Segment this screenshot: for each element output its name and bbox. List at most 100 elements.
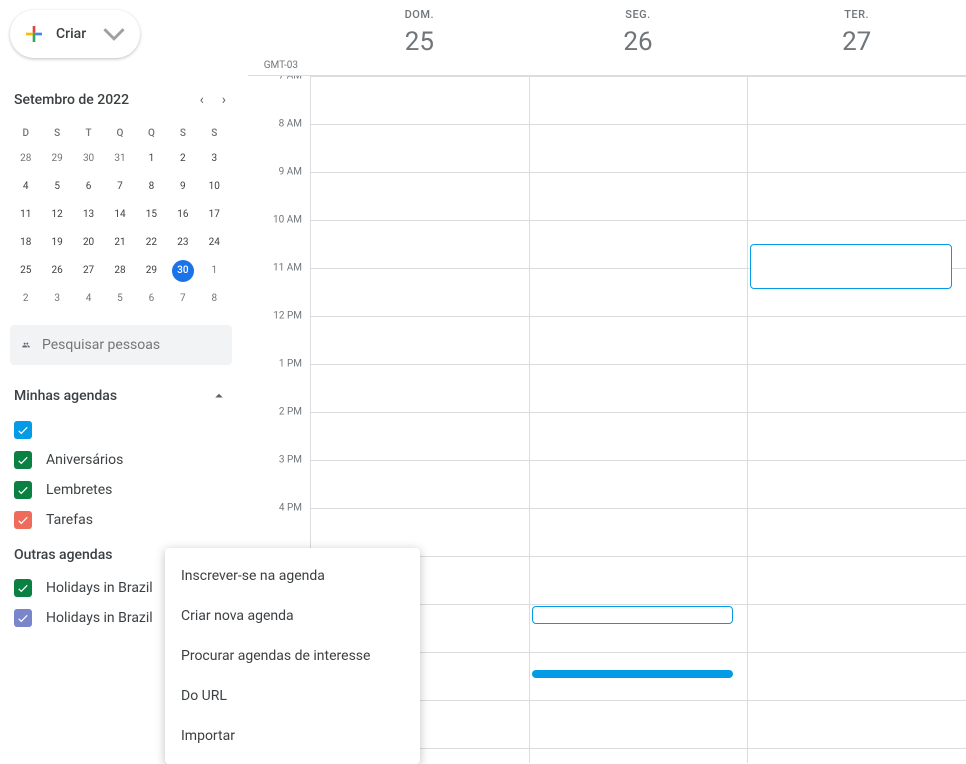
event-outline[interactable] — [532, 606, 734, 624]
mini-day[interactable]: 29 — [136, 257, 167, 285]
mini-day[interactable]: 3 — [41, 285, 72, 313]
mini-day[interactable]: 23 — [167, 229, 198, 257]
calendar-checkbox[interactable] — [14, 421, 32, 439]
my-calendars-label: Minhas agendas — [14, 388, 117, 404]
check-icon — [16, 513, 30, 527]
mini-day[interactable]: 18 — [10, 229, 41, 257]
mini-day[interactable]: 3 — [199, 145, 230, 173]
search-people[interactable] — [10, 325, 232, 365]
prev-month-button[interactable]: ‹ — [196, 88, 208, 112]
calendar-checkbox[interactable] — [14, 511, 32, 529]
check-icon — [16, 423, 30, 437]
mini-calendar: Setembro de 2022 ‹ › DSTQQSS282930311234… — [10, 88, 248, 313]
create-label: Criar — [56, 26, 86, 42]
mini-day[interactable]: 27 — [73, 257, 104, 285]
check-icon — [16, 611, 30, 625]
mini-day[interactable]: 7 — [104, 173, 135, 201]
menu-item[interactable]: Criar nova agenda — [165, 596, 420, 636]
mini-day[interactable]: 26 — [41, 257, 72, 285]
mini-day[interactable]: 28 — [10, 145, 41, 173]
day-header-1[interactable]: SEG. 26 — [529, 0, 748, 75]
mini-day[interactable]: 15 — [136, 201, 167, 229]
mini-day[interactable]: 19 — [41, 229, 72, 257]
mini-day[interactable]: 14 — [104, 201, 135, 229]
calendar-checkbox[interactable] — [14, 579, 32, 597]
day-number: 25 — [310, 27, 529, 57]
mini-day[interactable]: 31 — [104, 145, 135, 173]
mini-day[interactable]: 9 — [167, 173, 198, 201]
day-number: 27 — [747, 27, 966, 57]
mini-day[interactable]: 6 — [73, 173, 104, 201]
create-button[interactable]: Criar — [10, 10, 140, 58]
mini-cal-title: Setembro de 2022 — [14, 92, 129, 108]
calendar-item[interactable]: Lembretes — [10, 475, 248, 505]
mini-day[interactable]: 28 — [104, 257, 135, 285]
next-month-button[interactable]: › — [218, 88, 230, 112]
day-column-1[interactable] — [529, 76, 748, 763]
menu-item[interactable]: Do URL — [165, 676, 420, 716]
dow-header: Q — [104, 122, 135, 145]
other-calendars-label: Outras agendas — [14, 547, 112, 563]
menu-item[interactable]: Procurar agendas de interesse — [165, 636, 420, 676]
mini-day[interactable]: 5 — [41, 173, 72, 201]
mini-day[interactable]: 10 — [199, 173, 230, 201]
day-column-2[interactable] — [747, 76, 966, 763]
chevron-up-icon — [210, 387, 228, 405]
dow-header: D — [10, 122, 41, 145]
mini-day[interactable]: 2 — [10, 285, 41, 313]
mini-day[interactable]: 6 — [136, 285, 167, 313]
calendar-label: Holidays in Brazil — [46, 610, 153, 626]
time-label: 1 PM — [279, 359, 302, 370]
calendar-checkbox[interactable] — [14, 451, 32, 469]
mini-day[interactable]: 8 — [136, 173, 167, 201]
event-outline[interactable] — [750, 244, 952, 289]
mini-day[interactable]: 8 — [199, 285, 230, 313]
mini-day[interactable]: 20 — [73, 229, 104, 257]
menu-item[interactable]: Inscrever-se na agenda — [165, 556, 420, 596]
calendar-checkbox[interactable] — [14, 609, 32, 627]
day-header-0[interactable]: DOM. 25 — [310, 0, 529, 75]
plus-icon — [22, 22, 46, 46]
time-label: 12 PM — [273, 311, 302, 322]
mini-day[interactable]: 4 — [10, 173, 41, 201]
dow-header: S — [167, 122, 198, 145]
calendar-label: Holidays in Brazil — [46, 580, 153, 596]
mini-day[interactable]: 30 — [73, 145, 104, 173]
mini-day[interactable]: 7 — [167, 285, 198, 313]
event-block[interactable] — [532, 670, 734, 678]
mini-day[interactable]: 12 — [41, 201, 72, 229]
my-calendars-toggle[interactable]: Minhas agendas — [10, 377, 248, 415]
mini-day[interactable]: 22 — [136, 229, 167, 257]
people-icon — [22, 335, 30, 355]
dow-label: SEG. — [529, 8, 748, 21]
mini-day[interactable]: 25 — [10, 257, 41, 285]
mini-day[interactable]: 11 — [10, 201, 41, 229]
time-label: 10 AM — [273, 215, 302, 226]
mini-day[interactable]: 4 — [73, 285, 104, 313]
time-label: 9 AM — [279, 167, 302, 178]
check-icon — [16, 453, 30, 467]
check-icon — [16, 483, 30, 497]
search-people-input[interactable] — [42, 337, 220, 353]
check-icon — [16, 581, 30, 595]
mini-day[interactable]: 30 — [167, 257, 198, 285]
calendar-item[interactable]: Aniversários — [10, 445, 248, 475]
calendar-item[interactable] — [10, 415, 248, 445]
menu-item[interactable]: Importar — [165, 716, 420, 756]
dow-label: DOM. — [310, 8, 529, 21]
mini-day[interactable]: 24 — [199, 229, 230, 257]
mini-day[interactable]: 2 — [167, 145, 198, 173]
mini-day[interactable]: 13 — [73, 201, 104, 229]
mini-day[interactable]: 1 — [136, 145, 167, 173]
calendar-label: Lembretes — [46, 482, 112, 498]
mini-day[interactable]: 1 — [199, 257, 230, 285]
calendar-item[interactable]: Tarefas — [10, 505, 248, 535]
mini-day[interactable]: 29 — [41, 145, 72, 173]
calendar-checkbox[interactable] — [14, 481, 32, 499]
mini-day[interactable]: 21 — [104, 229, 135, 257]
mini-day[interactable]: 17 — [199, 201, 230, 229]
add-calendar-menu: Inscrever-se na agendaCriar nova agendaP… — [165, 548, 420, 764]
mini-day[interactable]: 16 — [167, 201, 198, 229]
mini-day[interactable]: 5 — [104, 285, 135, 313]
day-header-2[interactable]: TER. 27 — [747, 0, 966, 75]
